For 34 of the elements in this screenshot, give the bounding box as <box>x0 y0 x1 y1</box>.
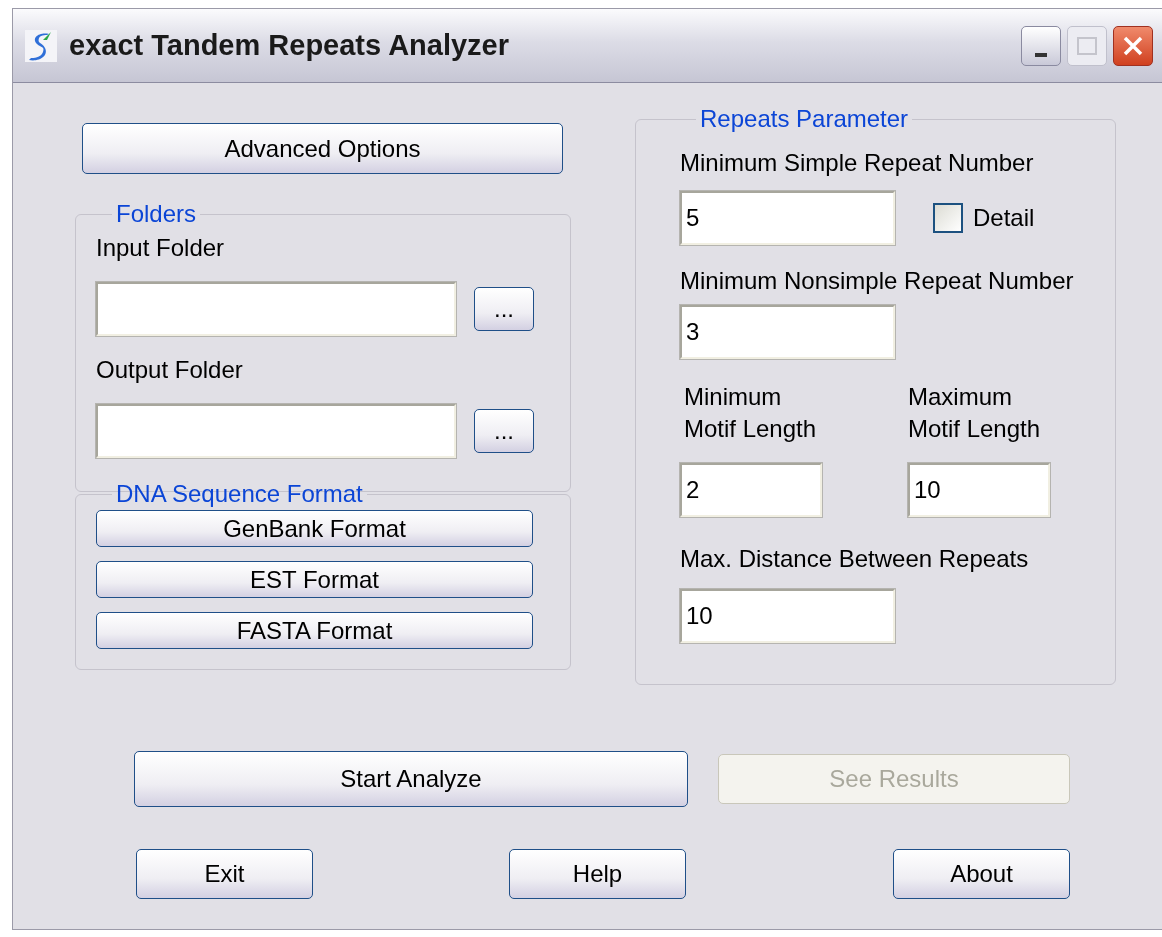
format-button[interactable]: GenBank Format <box>96 510 533 547</box>
dialog-button[interactable]: Exit <box>136 849 313 899</box>
advanced-options-button[interactable]: Advanced Options <box>82 123 563 174</box>
text-field[interactable]: 10 <box>908 463 1050 517</box>
dialog-button[interactable]: About <box>893 849 1070 899</box>
minimize-button[interactable] <box>1021 25 1061 66</box>
text-field[interactable]: 2 <box>680 463 822 517</box>
field-label: Maximum Motif Length <box>908 382 1042 444</box>
close-button[interactable] <box>1113 25 1153 66</box>
format-button[interactable]: EST Format <box>96 561 533 598</box>
dialog-button[interactable]: Help <box>509 849 686 899</box>
field-label: Max. Distance Between Repeats <box>680 544 1030 574</box>
field-label: Detail <box>973 203 1035 233</box>
app-logo-icon <box>25 29 57 62</box>
field-label: Minimum Nonsimple Repeat Number <box>680 266 1075 296</box>
text-field[interactable] <box>96 404 456 458</box>
browse-button[interactable]: ... <box>474 287 534 331</box>
field-label: Minimum Motif Length <box>684 382 818 444</box>
start-analyze-button[interactable]: Start Analyze <box>134 751 688 807</box>
text-field[interactable] <box>96 282 456 336</box>
text-field[interactable]: 3 <box>680 305 895 359</box>
group-title: Repeats Parameter <box>699 105 910 133</box>
detail-checkbox[interactable] <box>933 203 963 233</box>
window-title: exact Tandem Repeats Analyzer <box>69 27 509 63</box>
group-title: Folders <box>115 200 198 228</box>
close-icon <box>1122 34 1144 57</box>
format-button[interactable]: FASTA Format <box>96 612 533 649</box>
field-label: Input Folder <box>96 233 226 263</box>
group-title: DNA Sequence Format <box>115 480 364 508</box>
browse-button[interactable]: ... <box>474 409 534 453</box>
field-label: Output Folder <box>96 355 244 385</box>
field-label: Minimum Simple Repeat Number <box>680 148 1035 178</box>
text-field[interactable]: 10 <box>680 589 895 643</box>
text-field[interactable]: 5 <box>680 191 895 245</box>
